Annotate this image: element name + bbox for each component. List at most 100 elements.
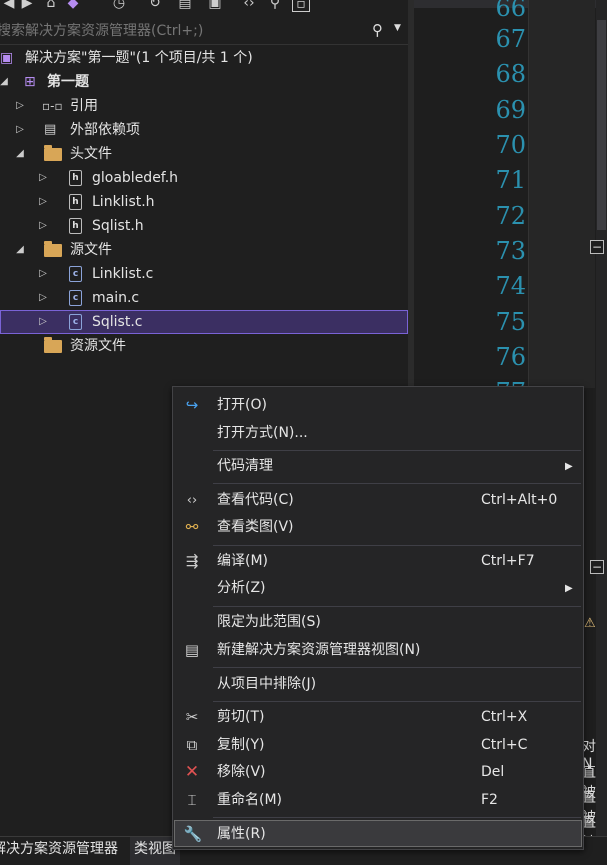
- collapsed-arrow-icon[interactable]: ▷: [37, 190, 49, 214]
- project-label: 第一题: [47, 74, 89, 90]
- expand-arrow-icon[interactable]: ◢: [14, 142, 26, 166]
- header-file-icon: h: [69, 194, 82, 210]
- line-number: 70: [495, 131, 526, 159]
- compile-icon: ⇶: [185, 552, 199, 570]
- file-label: gloabledef.h: [92, 170, 179, 186]
- menu-item-code-cleanup[interactable]: 代码清理 ▶: [174, 453, 582, 480]
- menu-item-open[interactable]: ↪ 打开(O): [174, 392, 582, 419]
- menu-item-exclude-from-project[interactable]: 从项目中排除(J): [174, 671, 582, 698]
- menu-shortcut: Del: [481, 764, 505, 780]
- menu-item-properties[interactable]: 🔧 属性(R): [174, 820, 582, 847]
- home-icon[interactable]: ⌂: [42, 0, 60, 12]
- tree-item-file-selected[interactable]: ▷ c Sqlist.c: [0, 310, 408, 334]
- menu-item-remove[interactable]: ✕ 移除(V) Del: [174, 759, 582, 786]
- menu-item-view-class-diagram[interactable]: ⚯ 查看类图(V): [174, 514, 582, 541]
- menu-label: 复制(Y): [217, 737, 265, 753]
- tree-item-headers-folder[interactable]: ◢ 头文件: [0, 142, 408, 166]
- headers-folder-label: 头文件: [70, 146, 112, 162]
- tree-item-file[interactable]: ▷ c main.c: [0, 286, 408, 310]
- tree-item-sources-folder[interactable]: ◢ 源文件: [0, 238, 408, 262]
- external-deps-label: 外部依赖项: [70, 122, 140, 138]
- copy-icon: ⧉: [186, 736, 198, 754]
- menu-item-new-explorer-view[interactable]: ▤ 新建解决方案资源管理器视图(N): [174, 637, 582, 664]
- menu-label: 从项目中排除(J): [217, 676, 317, 692]
- menu-label: 代码清理: [217, 458, 273, 474]
- tree-item-solution[interactable]: ▣ 解决方案"第一题"(1 个项目/共 1 个): [0, 46, 408, 70]
- collapsed-arrow-icon[interactable]: ▷: [37, 310, 49, 334]
- collapsed-arrow-icon[interactable]: ▷: [14, 94, 26, 118]
- code-icon[interactable]: ‹›: [240, 0, 258, 12]
- remove-icon: ✕: [184, 762, 200, 782]
- code-icon: ‹›: [186, 493, 198, 508]
- tree-item-external-deps[interactable]: ▷ ▤ 外部依赖项: [0, 118, 408, 142]
- tree-item-project[interactable]: ◢ ⊞ 第一题: [0, 70, 408, 94]
- preview-icon[interactable]: ▫: [292, 0, 310, 12]
- search-bar: ⚲ ▼: [0, 18, 408, 45]
- menu-item-scope-to-this[interactable]: 限定为此范围(S): [174, 609, 582, 636]
- tree-item-file[interactable]: ▷ h gloabledef.h: [0, 166, 408, 190]
- header-file-icon: h: [69, 218, 82, 234]
- history-icon[interactable]: ◷: [110, 0, 128, 12]
- line-number: 68: [495, 60, 526, 88]
- new-view-icon: ▤: [184, 641, 200, 659]
- solution-explorer-toolbar: ◀ ▶ ⌂ ◆ ◷ ↻ ▤ ▣ ‹› ⚲ ▫: [0, 0, 410, 17]
- menu-label: 编译(M): [217, 553, 269, 569]
- references-icon: ▫-▫: [42, 99, 63, 113]
- menu-item-open-with[interactable]: 打开方式(N)...: [174, 420, 582, 447]
- collapse-region-icon[interactable]: −: [590, 560, 604, 574]
- menu-shortcut: Ctrl+Alt+0: [481, 492, 558, 508]
- menu-label: 剪切(T): [217, 709, 265, 725]
- menu-item-cut[interactable]: ✂ 剪切(T) Ctrl+X: [174, 704, 582, 731]
- scrollbar-thumb[interactable]: [597, 20, 606, 230]
- menu-label: 打开(O): [217, 397, 267, 413]
- expand-arrow-icon[interactable]: ◢: [14, 238, 26, 262]
- back-icon[interactable]: ◀: [0, 0, 18, 12]
- show-all-files-icon[interactable]: ▣: [206, 0, 224, 12]
- menu-label: 查看代码(C): [217, 492, 294, 508]
- line-number: 69: [495, 96, 526, 124]
- collapsed-arrow-icon[interactable]: ▷: [14, 118, 26, 142]
- tree-item-file[interactable]: ▷ h Linklist.h: [0, 190, 408, 214]
- line-number: 72: [495, 202, 526, 230]
- menu-label: 限定为此范围(S): [217, 614, 321, 630]
- menu-label: 分析(Z): [217, 580, 266, 596]
- menu-item-view-code[interactable]: ‹› 查看代码(C) Ctrl+Alt+0: [174, 487, 582, 514]
- project-icon: ⊞: [24, 74, 36, 90]
- wrench-icon: 🔧: [183, 825, 203, 843]
- menu-separator: [213, 701, 581, 702]
- refresh-icon[interactable]: ↻: [146, 0, 164, 12]
- folder-icon: [44, 337, 62, 353]
- tree-item-references[interactable]: ▷ ▫-▫ 引用: [0, 94, 408, 118]
- menu-shortcut: Ctrl+X: [481, 709, 528, 725]
- forward-icon[interactable]: ▶: [18, 0, 36, 12]
- menu-separator: [213, 483, 581, 484]
- collapse-all-icon[interactable]: ▤: [176, 0, 194, 12]
- collapsed-arrow-icon[interactable]: ▷: [37, 262, 49, 286]
- solution-label: 解决方案"第一题"(1 个项目/共 1 个): [25, 50, 253, 66]
- vs-icon[interactable]: ◆: [64, 0, 82, 12]
- menu-item-compile[interactable]: ⇶ 编译(M) Ctrl+F7: [174, 548, 582, 575]
- folder-icon: [44, 145, 62, 161]
- collapse-region-icon[interactable]: −: [590, 240, 604, 254]
- tree-item-resources-folder[interactable]: 资源文件: [0, 334, 408, 358]
- properties-icon[interactable]: ⚲: [266, 0, 284, 12]
- menu-label: 移除(V): [217, 764, 266, 780]
- menu-item-analyze[interactable]: 分析(Z) ▶: [174, 575, 582, 602]
- class-diagram-icon: ⚯: [185, 518, 199, 536]
- sources-folder-label: 源文件: [70, 242, 112, 258]
- search-options-dropdown-icon[interactable]: ▼: [394, 23, 401, 33]
- tab-solution-explorer[interactable]: 解决方案资源管理器: [0, 837, 122, 865]
- resources-folder-label: 资源文件: [70, 338, 126, 354]
- collapsed-arrow-icon[interactable]: ▷: [37, 214, 49, 238]
- expand-arrow-icon[interactable]: ◢: [0, 70, 10, 94]
- search-input[interactable]: [0, 21, 357, 41]
- external-deps-icon: ▤: [44, 122, 57, 137]
- search-icon[interactable]: ⚲: [372, 21, 383, 39]
- menu-separator: [213, 667, 581, 668]
- tree-item-file[interactable]: ▷ h Sqlist.h: [0, 214, 408, 238]
- tree-item-file[interactable]: ▷ c Linklist.c: [0, 262, 408, 286]
- collapsed-arrow-icon[interactable]: ▷: [37, 286, 49, 310]
- menu-item-rename[interactable]: ⌶ 重命名(M) F2: [174, 787, 582, 814]
- menu-item-copy[interactable]: ⧉ 复制(Y) Ctrl+C: [174, 732, 582, 759]
- collapsed-arrow-icon[interactable]: ▷: [37, 166, 49, 190]
